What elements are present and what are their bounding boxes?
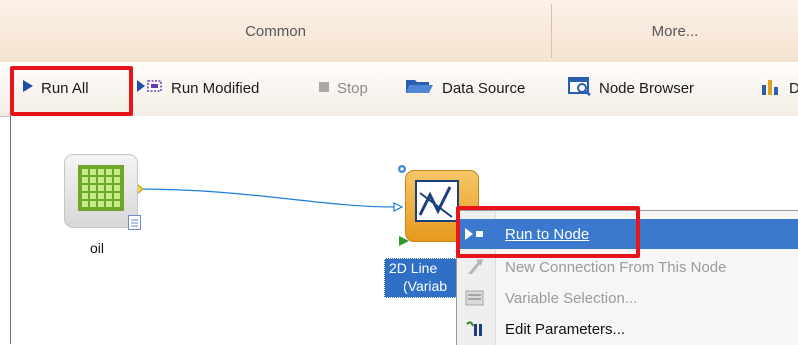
variable-selection-icon (464, 289, 486, 307)
menu-item-edit-parameters-label: Edit Parameters... (505, 320, 626, 338)
node-output-doc-icon (128, 215, 141, 230)
menu-item-edit-parameters[interactable]: Edit Parameters... (457, 314, 798, 344)
target-node-label-line2: (Variab (403, 278, 448, 294)
target-node-label-line1: 2D Line (389, 260, 438, 276)
run-node-play-icon (398, 234, 410, 246)
run-to-node-highlight-box (456, 206, 640, 258)
edit-parameters-icon (464, 320, 486, 338)
run-all-highlight-box (10, 66, 133, 116)
menu-item-variable-selection-label: Variable Selection... (505, 289, 638, 307)
menu-item-new-connection-label: New Connection From This Node (505, 258, 727, 276)
table-icon (78, 165, 124, 211)
new-connection-icon (464, 258, 486, 276)
source-node-label: oil (90, 240, 105, 256)
source-node[interactable] (64, 154, 138, 228)
target-node-label: 2D Line (Variab (384, 258, 458, 298)
menu-item-variable-selection[interactable]: Variable Selection... (457, 283, 798, 313)
